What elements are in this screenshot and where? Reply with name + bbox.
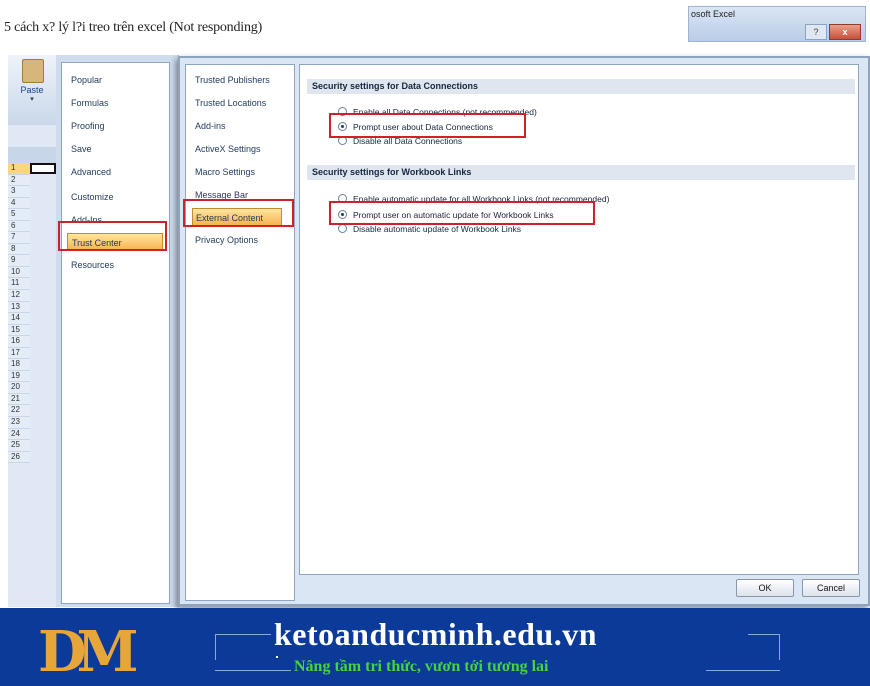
row-header[interactable]: 20 [8, 382, 30, 394]
category-proofing[interactable]: Proofing [67, 117, 163, 135]
row-header[interactable]: 22 [8, 405, 30, 418]
select-all-corner[interactable] [8, 147, 56, 164]
banner-line [748, 634, 780, 635]
help-button[interactable]: ? [805, 24, 827, 40]
chevron-down-icon[interactable]: ▾ [8, 95, 56, 103]
category-resources[interactable]: Resources [67, 256, 163, 274]
brand-logo: DM [38, 619, 139, 685]
row-header[interactable]: 18 [8, 359, 30, 371]
row-header[interactable]: 13 [8, 301, 30, 314]
window-title: osoft Excel [691, 9, 736, 19]
category-customize[interactable]: Customize [67, 188, 163, 206]
row-header[interactable]: 17 [8, 347, 30, 360]
row-header[interactable]: 19 [8, 370, 30, 383]
row-header[interactable]: 4 [8, 197, 30, 210]
row-header[interactable]: 9 [8, 255, 30, 267]
row-header[interactable]: 21 [8, 393, 30, 406]
ok-button[interactable]: OK [736, 579, 794, 597]
excel-sheet-strip: Paste ▾ 1 2 3 4 5 6 7 8 9 10 11 12 13 14… [8, 55, 57, 607]
excel-title-bar: osoft Excel ? x [688, 6, 866, 42]
row-header[interactable]: 7 [8, 232, 30, 244]
nav-macro-settings[interactable]: Macro Settings [192, 163, 282, 181]
nav-add-ins[interactable]: Add-ins [192, 117, 282, 135]
paste-label: Paste [20, 85, 44, 95]
category-save[interactable]: Save [67, 140, 163, 158]
category-advanced[interactable]: Advanced [67, 163, 163, 181]
highlight-frame-external-content [183, 199, 294, 227]
nav-trusted-locations[interactable]: Trusted Locations [192, 94, 282, 112]
category-popular[interactable]: Popular [67, 71, 163, 89]
watermark-banner: DM ketoanducminh.edu.vn Nâng tầm tri thứ… [0, 608, 870, 686]
row-header[interactable]: 8 [8, 243, 30, 256]
banner-line [215, 634, 216, 660]
section-heading-data-connections: Security settings for Data Connections [307, 79, 855, 94]
close-button[interactable]: x [829, 24, 861, 40]
options-category-list: Popular Formulas Proofing Save Advanced … [61, 62, 170, 604]
highlight-frame-prompt-data-connections [329, 113, 526, 138]
row-header[interactable]: 2 [8, 174, 30, 187]
page-title: 5 cách x? lý l?i treo trên excel (Not re… [4, 20, 263, 35]
banner-line [215, 670, 291, 671]
row-header[interactable]: 11 [8, 278, 30, 291]
row-header[interactable]: 12 [8, 290, 30, 302]
row-header[interactable]: 14 [8, 313, 30, 325]
trust-center-nav: Trusted Publishers Trusted Locations Add… [185, 64, 295, 601]
excel-options-panel: Popular Formulas Proofing Save Advanced … [56, 55, 179, 607]
row-header[interactable]: 1 [8, 163, 30, 175]
row-header[interactable]: 10 [8, 266, 30, 279]
radio-button[interactable] [338, 224, 347, 233]
banner-dot [276, 656, 278, 658]
banner-line [706, 670, 780, 671]
section-heading-workbook-links: Security settings for Workbook Links [307, 165, 855, 180]
brand-domain: ketoanducminh.edu.vn [274, 616, 597, 652]
clipboard-icon [22, 59, 44, 83]
banner-line [779, 634, 780, 660]
row-header[interactable]: 15 [8, 324, 30, 337]
nav-privacy-options[interactable]: Privacy Options [192, 231, 282, 249]
nav-trusted-publishers[interactable]: Trusted Publishers [192, 71, 282, 89]
brand-tagline: Nâng tầm tri thức, vươn tới tương lai [294, 658, 549, 675]
row-header[interactable]: 23 [8, 417, 30, 429]
row-header[interactable]: 6 [8, 220, 30, 233]
paste-button[interactable]: Paste ▾ [8, 55, 56, 125]
row-header[interactable]: 25 [8, 440, 30, 452]
row-header[interactable]: 16 [8, 336, 30, 348]
active-cell[interactable] [30, 163, 56, 174]
highlight-frame-prompt-workbook-links [329, 201, 595, 225]
highlight-frame-trust-center [58, 221, 167, 251]
row-header[interactable]: 5 [8, 209, 30, 221]
banner-line [215, 634, 271, 635]
row-header[interactable]: 26 [8, 451, 30, 464]
row-header[interactable]: 24 [8, 428, 30, 441]
nav-activex-settings[interactable]: ActiveX Settings [192, 140, 282, 158]
external-content-settings: Security settings for Data Connections E… [299, 64, 859, 575]
row-header[interactable]: 3 [8, 186, 30, 198]
category-formulas[interactable]: Formulas [67, 94, 163, 112]
trust-center-dialog: Trusted Publishers Trusted Locations Add… [178, 56, 870, 606]
row-headers: 1 2 3 4 5 6 7 8 9 10 11 12 13 14 15 16 1… [8, 163, 30, 464]
cancel-button[interactable]: Cancel [802, 579, 860, 597]
